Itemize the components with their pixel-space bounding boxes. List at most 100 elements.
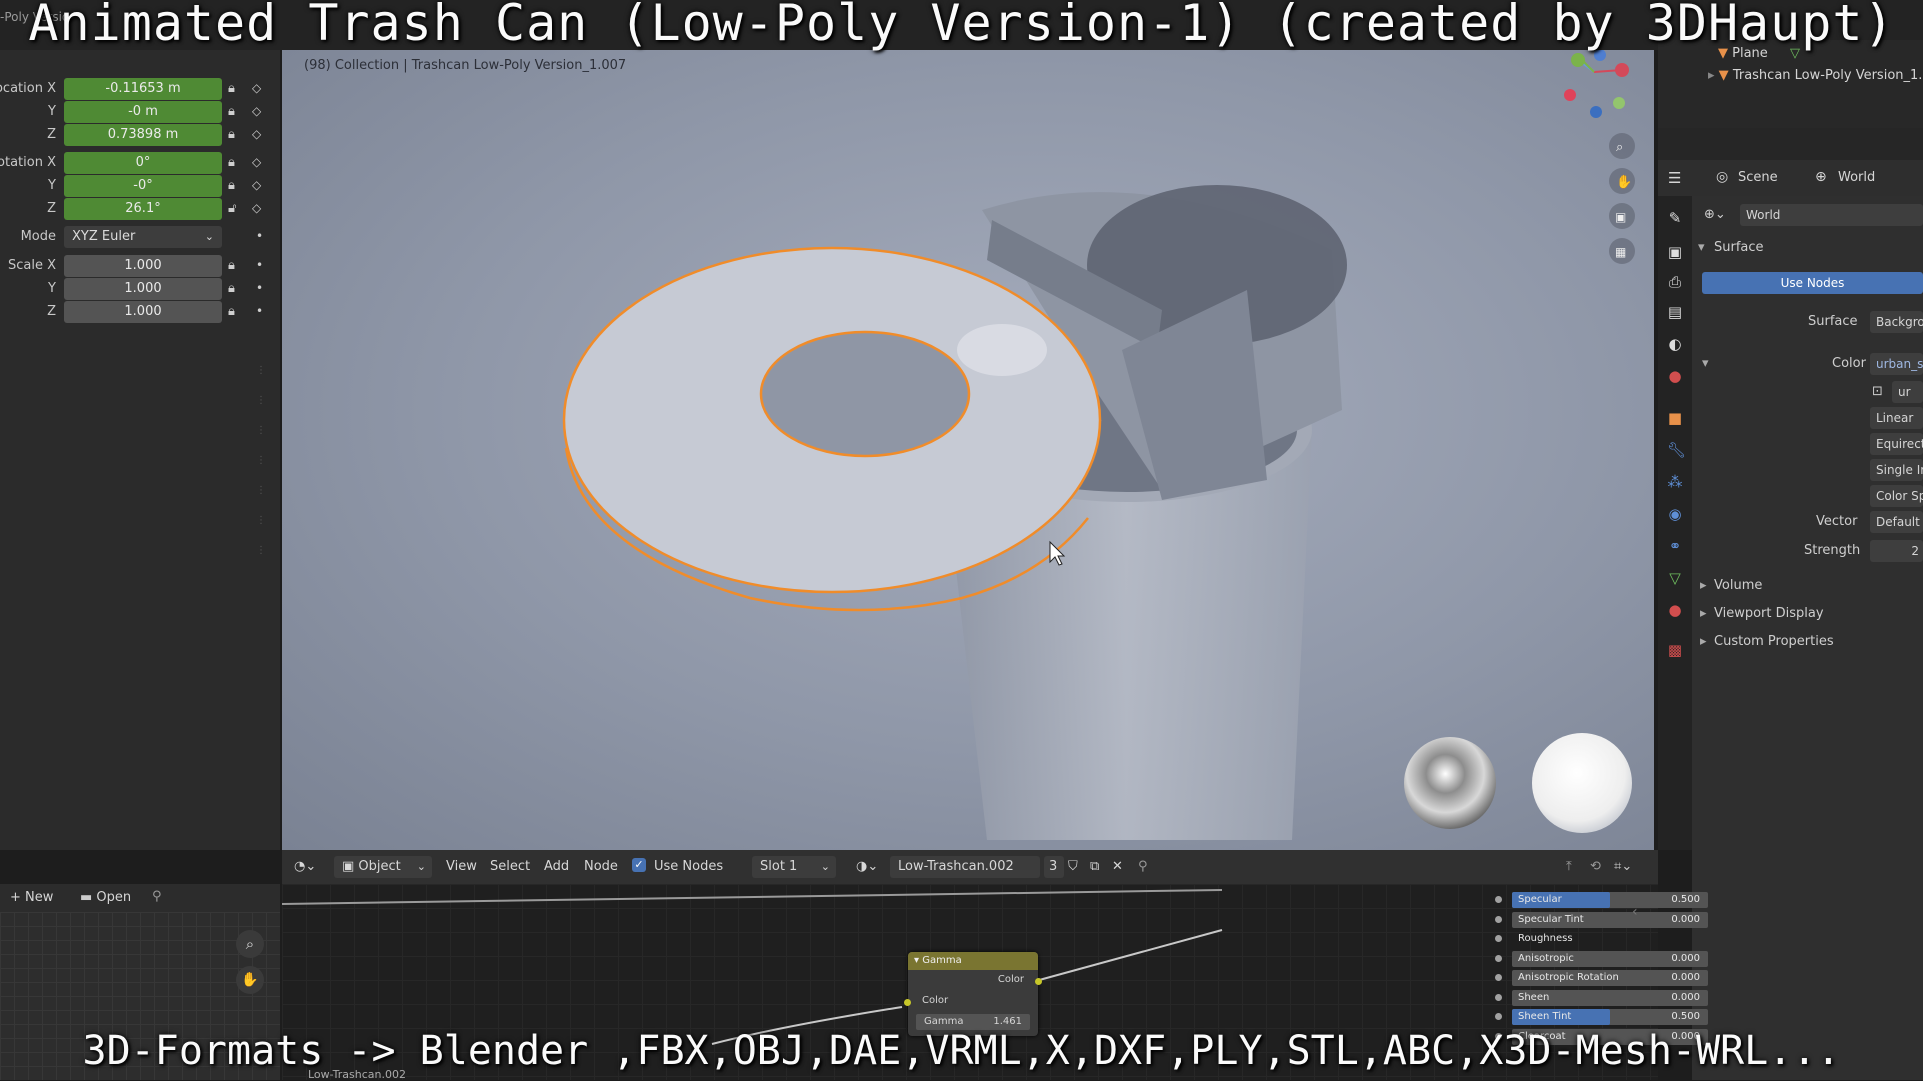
keyframe-icon[interactable]: ◇ xyxy=(252,155,266,171)
lock-icon[interactable]: 🔒︎ xyxy=(228,155,242,171)
rotation-mode-select[interactable]: XYZ Euler ⌄ xyxy=(64,226,222,248)
object-mode-select[interactable]: ▣ Object ⌄ xyxy=(334,856,432,878)
bsdf-input-socket[interactable] xyxy=(1495,935,1502,942)
keyframe-icon[interactable]: ◇ xyxy=(252,81,266,97)
vector-field[interactable]: Default xyxy=(1870,511,1923,533)
viewport-display-panel-header[interactable]: Viewport Display xyxy=(1714,606,1824,621)
bsdf-row[interactable]: Sheen Tint 0.500 xyxy=(1512,1009,1708,1025)
texture-icon[interactable]: ▩ xyxy=(1667,642,1683,658)
object-icon[interactable]: ■ xyxy=(1667,410,1683,426)
bsdf-input-socket[interactable] xyxy=(1495,974,1502,981)
keyframe-icon[interactable]: ◇ xyxy=(252,127,266,143)
chevron-down-icon[interactable]: ▾ xyxy=(914,955,922,966)
scene-icon[interactable]: ◐ xyxy=(1667,336,1683,352)
object-data-icon[interactable]: ▽ xyxy=(1667,570,1683,586)
rotation-x-field[interactable]: 0° xyxy=(64,152,222,174)
snap-icon[interactable]: ⟲ xyxy=(1590,859,1601,874)
dot-icon[interactable]: • xyxy=(256,258,270,274)
expand-arrow-icon[interactable]: ▸ xyxy=(1708,68,1719,83)
zoom-icon[interactable]: ⌕ xyxy=(236,930,264,958)
keyframe-icon[interactable]: ◇ xyxy=(252,178,266,194)
keyframe-icon[interactable]: ◇ xyxy=(252,104,266,120)
lock-icon[interactable]: 🔒︎ xyxy=(228,304,242,320)
outliner-item-trashcan[interactable]: ▸ ▼ Trashcan Low-Poly Version_1. xyxy=(1708,68,1922,83)
strength-field[interactable]: 2 xyxy=(1870,540,1923,562)
color-space-select[interactable]: Color Sp xyxy=(1870,485,1923,507)
pan-hand-icon[interactable]: ✋ xyxy=(236,966,264,994)
material-slot-select[interactable]: Slot 1 ⌄ xyxy=(752,856,836,878)
parent-node-icon[interactable]: ⤒ xyxy=(1566,859,1572,874)
open-image-button[interactable]: ▬ Open xyxy=(80,890,131,905)
unlock-icon[interactable]: 🔓︎ xyxy=(228,201,242,217)
projection-select[interactable]: Equirect xyxy=(1870,433,1923,455)
bsdf-row[interactable]: Specular 0.500 xyxy=(1512,892,1708,908)
pin-icon[interactable]: ⚲ xyxy=(1138,859,1148,874)
input-socket[interactable] xyxy=(904,999,911,1006)
dot-icon[interactable]: • xyxy=(256,304,270,320)
render-icon[interactable]: ▣ xyxy=(1667,244,1683,260)
tab-world[interactable]: World xyxy=(1838,170,1875,185)
chevron-right-icon[interactable]: ▸ xyxy=(1700,606,1707,621)
bsdf-input-socket[interactable] xyxy=(1495,954,1502,962)
bsdf-input-socket[interactable] xyxy=(1495,993,1502,1001)
keyframe-icon[interactable]: ◇ xyxy=(252,201,266,217)
editor-type-icon[interactable]: ◔⌄ xyxy=(294,859,316,874)
custom-properties-panel-header[interactable]: Custom Properties xyxy=(1714,634,1834,649)
bsdf-row[interactable]: Sheen 0.000 xyxy=(1512,989,1708,1006)
scale-x-field[interactable]: 1.000 xyxy=(64,255,222,277)
source-select[interactable]: Single Ir xyxy=(1870,459,1923,481)
lock-icon[interactable]: 🔒︎ xyxy=(228,81,242,97)
bsdf-row[interactable]: Specular Tint 0.000 xyxy=(1512,911,1708,928)
lock-icon[interactable]: 🔒︎ xyxy=(228,127,242,143)
surface-section-header[interactable]: Surface xyxy=(1714,240,1764,255)
rotation-z-field[interactable]: 26.1° xyxy=(64,198,222,220)
location-z-field[interactable]: 0.73898 m xyxy=(64,124,222,146)
output-icon[interactable]: ⎙ xyxy=(1667,274,1683,290)
use-nodes-button[interactable]: Use Nodes xyxy=(1702,272,1923,294)
location-x-field[interactable]: -0.11653 m xyxy=(64,78,222,100)
output-socket[interactable] xyxy=(1035,978,1042,985)
scale-y-field[interactable]: 1.000 xyxy=(64,278,222,300)
chevron-right-icon[interactable]: ▸ xyxy=(1700,578,1707,593)
navigation-gizmo[interactable] xyxy=(1564,50,1629,118)
dot-icon[interactable]: • xyxy=(256,281,270,297)
physics-icon[interactable]: ◉ xyxy=(1667,506,1683,522)
material-name-field[interactable]: Low-Trashcan.002 xyxy=(890,856,1040,878)
volume-panel-header[interactable]: Volume xyxy=(1714,578,1762,593)
scale-z-field[interactable]: 1.000 xyxy=(64,301,222,323)
use-nodes-checkbox[interactable]: ✓ xyxy=(632,858,646,872)
world-icon[interactable]: ● xyxy=(1667,368,1683,384)
chevron-right-icon[interactable]: ▸ xyxy=(1700,634,1707,649)
sidebar-toggle-arrow-icon[interactable]: ‹ xyxy=(1632,904,1638,920)
snap-increment-icon[interactable]: ⌗⌄ xyxy=(1614,859,1632,874)
modifier-wrench-icon[interactable]: 🔧︎ xyxy=(1667,442,1686,458)
chevron-down-icon[interactable]: ▾ xyxy=(1698,240,1705,255)
lock-icon[interactable]: 🔒︎ xyxy=(228,104,242,120)
image-name-field[interactable]: ur xyxy=(1892,381,1923,403)
lock-icon[interactable]: 🔒︎ xyxy=(228,178,242,194)
menu-view[interactable]: View xyxy=(446,859,477,874)
world-icon[interactable]: ⊕⌄ xyxy=(1704,207,1726,222)
chevron-down-icon[interactable]: ▾ xyxy=(1702,356,1709,371)
menu-select[interactable]: Select xyxy=(490,859,530,874)
user-count-badge[interactable]: 3 xyxy=(1044,856,1064,878)
viewport-nav-buttons[interactable]: ⌕ ✋ ▣ ▦ xyxy=(1609,133,1635,264)
image-icon[interactable]: ⊡ xyxy=(1872,384,1883,399)
lock-icon[interactable]: 🔒︎ xyxy=(228,281,242,297)
unlink-x-icon[interactable]: ✕ xyxy=(1112,859,1123,874)
surface-shader-field[interactable]: Backgro xyxy=(1870,311,1923,333)
bsdf-row[interactable]: Anisotropic Rotation 0.000 xyxy=(1512,970,1708,986)
menu-add[interactable]: Add xyxy=(544,859,569,874)
bsdf-input-socket[interactable] xyxy=(1495,915,1502,923)
constraints-icon[interactable]: ⚭ xyxy=(1667,538,1683,554)
new-image-button[interactable]: + New xyxy=(10,890,53,905)
color-input-field[interactable]: urban_st xyxy=(1870,353,1923,375)
bsdf-row[interactable]: Roughness xyxy=(1512,931,1708,947)
rotation-y-field[interactable]: -0° xyxy=(64,175,222,197)
pin-icon[interactable]: ⚲ xyxy=(152,889,162,904)
fake-user-shield-icon[interactable]: ⛉ xyxy=(1068,859,1078,874)
menu-node[interactable]: Node xyxy=(584,859,618,874)
gamma-node[interactable]: ▾ Gamma Color Color Gamma 1.461 xyxy=(904,952,1042,1036)
duplicate-material-icon[interactable]: ⧉ xyxy=(1090,859,1099,874)
editor-type-icon[interactable]: ☰ xyxy=(1668,169,1681,187)
